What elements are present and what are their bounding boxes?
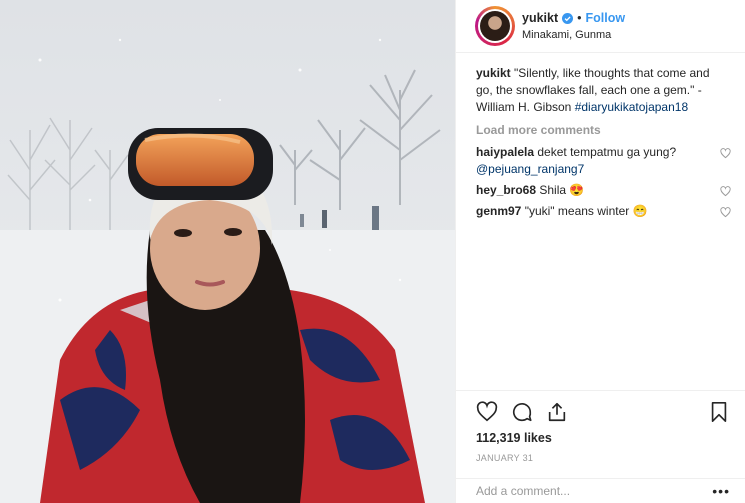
comment-like-heart-icon[interactable] (720, 186, 731, 197)
action-icons (456, 391, 745, 425)
more-options-icon[interactable]: ••• (712, 483, 730, 499)
header-info: yukikt • Follow Minakami, Gunma (522, 11, 625, 41)
comment-username[interactable]: hey_bro68 (476, 183, 536, 197)
add-comment-input[interactable] (476, 484, 713, 498)
comment-username[interactable]: haiypalela (476, 145, 534, 159)
comment-text: deket tempatmu ga yung? (537, 145, 677, 159)
location-link[interactable]: Minakami, Gunma (522, 29, 625, 41)
add-comment-bar: ••• (456, 478, 745, 503)
post-sidebar: yukikt • Follow Minakami, Gunma yukikt "… (455, 0, 745, 503)
avatar[interactable] (475, 6, 515, 46)
heart-eyes-emoji-icon: 😍 (569, 183, 585, 197)
comment-username[interactable]: genm97 (476, 204, 521, 218)
comment-like-heart-icon[interactable] (720, 207, 731, 218)
verified-badge-icon (562, 12, 574, 24)
snow-scene-image (0, 0, 455, 503)
separator-dot: • (577, 11, 582, 25)
username-link[interactable]: yukikt (522, 11, 558, 25)
post-header: yukikt • Follow Minakami, Gunma (456, 0, 745, 53)
comment-item: hey_bro68 Shila 😍 (476, 182, 731, 199)
comment-item: haiypalela deket tempatmu ga yung? @peju… (476, 144, 731, 178)
instagram-post: yukikt • Follow Minakami, Gunma yukikt "… (0, 0, 745, 503)
post-date: JANUARY 31 (476, 453, 534, 463)
post-photo[interactable] (0, 0, 455, 503)
comment-mention[interactable]: @pejuang_ranjang7 (476, 162, 584, 176)
like-heart-icon[interactable] (476, 401, 498, 423)
save-bookmark-icon[interactable] (708, 401, 730, 423)
likes-count[interactable]: 112,319 likes (456, 425, 745, 445)
comment-item: genm97 "yuki" means winter 😁 (476, 203, 731, 220)
avatar-ring (478, 9, 512, 43)
share-upload-icon[interactable] (546, 401, 568, 423)
comments-section: yukikt "Silently, like thoughts that com… (456, 53, 745, 220)
follow-button[interactable]: Follow (586, 11, 626, 25)
caption-username[interactable]: yukikt (476, 66, 511, 80)
comment-text: Shila (539, 183, 567, 197)
comment-like-heart-icon[interactable] (720, 148, 731, 159)
post-actions: 112,319 likes JANUARY 31 (456, 390, 745, 463)
header-row: yukikt • Follow (522, 11, 625, 25)
comment-bubble-icon[interactable] (511, 401, 533, 423)
caption: yukikt "Silently, like thoughts that com… (476, 65, 729, 116)
avatar-image (480, 11, 510, 41)
grin-emoji-icon: 😁 (632, 204, 648, 218)
comment-text: "yuki" means winter (524, 204, 630, 218)
caption-hashtag[interactable]: #diaryukikatojapan18 (575, 100, 688, 114)
load-more-comments-button[interactable]: Load more comments (476, 122, 729, 139)
